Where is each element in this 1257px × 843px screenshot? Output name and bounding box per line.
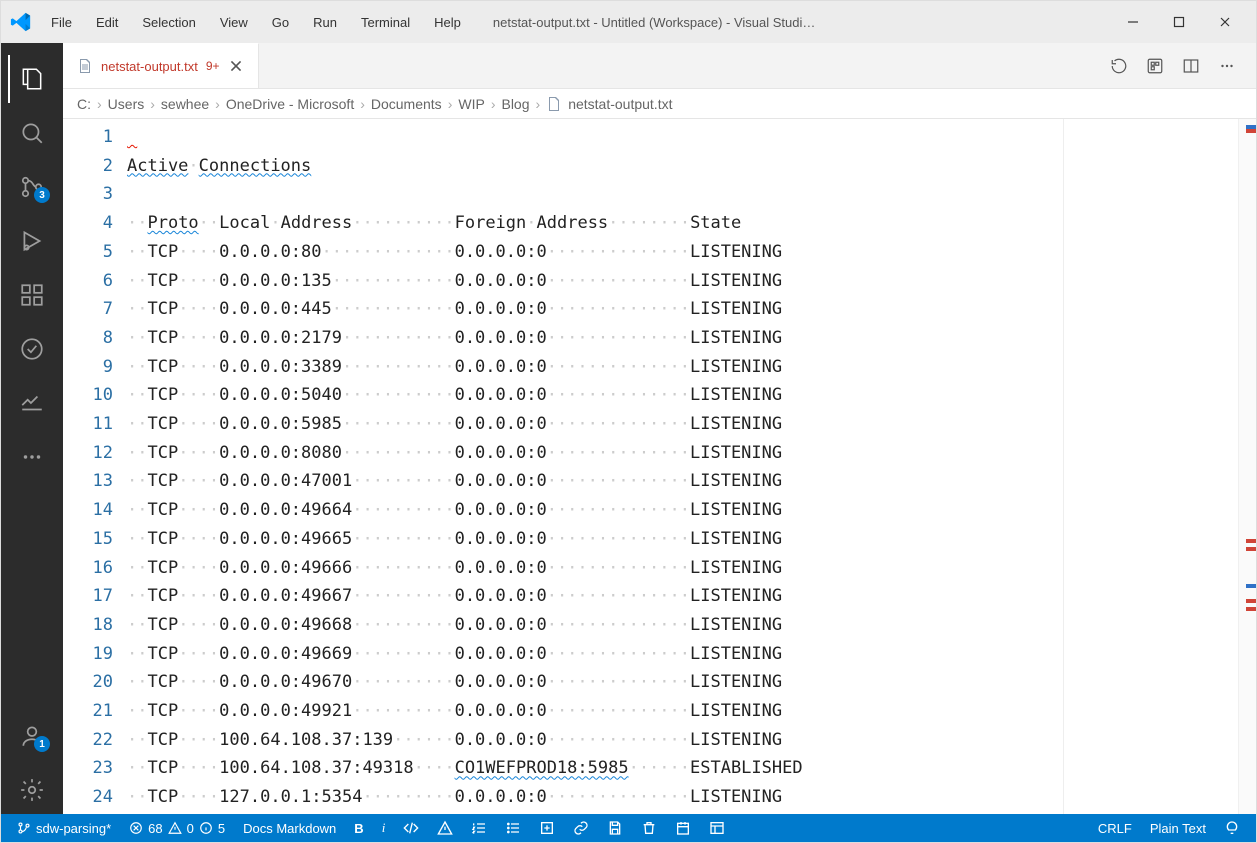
menu-selection[interactable]: Selection xyxy=(132,11,205,34)
status-alert-icon[interactable] xyxy=(431,814,459,842)
status-warnings: 0 xyxy=(187,821,194,836)
window-controls xyxy=(1110,1,1248,43)
crumb[interactable]: Users xyxy=(108,96,145,112)
titlebar: File Edit Selection View Go Run Terminal… xyxy=(1,1,1256,43)
tab-close-icon[interactable] xyxy=(228,58,244,74)
breadcrumb[interactable]: C:› Users› sewhee› OneDrive - Microsoft›… xyxy=(63,89,1256,119)
tab-bar: netstat-output.txt 9+ xyxy=(63,43,1256,89)
status-layout-icon[interactable] xyxy=(703,814,731,842)
status-newfile-icon[interactable] xyxy=(533,814,561,842)
editor-actions xyxy=(1108,43,1256,88)
search-icon[interactable] xyxy=(8,109,56,157)
menu-help[interactable]: Help xyxy=(424,11,471,34)
vscode-logo-icon xyxy=(9,10,33,34)
app-window: File Edit Selection View Go Run Terminal… xyxy=(0,0,1257,843)
crumb[interactable]: sewhee xyxy=(161,96,209,112)
file-icon xyxy=(77,58,93,74)
crumb[interactable]: Documents xyxy=(371,96,442,112)
timeline-icon[interactable] xyxy=(1108,55,1130,77)
status-italic-icon[interactable]: i xyxy=(376,814,392,842)
tab-filename: netstat-output.txt xyxy=(101,59,198,74)
editor-ruler xyxy=(1063,119,1064,814)
source-control-icon[interactable]: 3 xyxy=(8,163,56,211)
split-editor-icon[interactable] xyxy=(1180,55,1202,77)
main-menu: File Edit Selection View Go Run Terminal… xyxy=(41,11,471,34)
status-infos: 5 xyxy=(218,821,225,836)
menu-file[interactable]: File xyxy=(41,11,82,34)
main-row: 3 1 xyxy=(1,43,1256,814)
status-language[interactable]: Plain Text xyxy=(1144,814,1212,842)
status-errors: 68 xyxy=(148,821,162,836)
tab-dirty-indicator: 9+ xyxy=(206,59,220,73)
status-eol[interactable]: CRLF xyxy=(1092,814,1138,842)
status-feedback-icon[interactable] xyxy=(1218,814,1246,842)
crumb-file-label: netstat-output.txt xyxy=(568,96,672,112)
text-editor[interactable]: 123456789101112131415161718192021222324 … xyxy=(63,119,1256,814)
crumb[interactable]: Blog xyxy=(501,96,529,112)
status-code-icon[interactable] xyxy=(397,814,425,842)
activity-bar: 3 1 xyxy=(1,43,63,814)
code-area[interactable]: Active·Connections​··Proto··Local·Addres… xyxy=(127,119,1238,814)
menu-terminal[interactable]: Terminal xyxy=(351,11,420,34)
status-bold-icon[interactable]: B xyxy=(348,814,369,842)
status-trash-icon[interactable] xyxy=(635,814,663,842)
status-bulletlist-icon[interactable] xyxy=(499,814,527,842)
status-problems[interactable]: 68 0 5 xyxy=(123,814,231,842)
testing-icon[interactable] xyxy=(8,325,56,373)
minimize-button[interactable] xyxy=(1110,1,1156,43)
run-debug-icon[interactable] xyxy=(8,217,56,265)
status-bar: sdw-parsing* 68 0 5 Docs Markdown B i CR… xyxy=(1,814,1256,842)
menu-edit[interactable]: Edit xyxy=(86,11,128,34)
status-branch[interactable]: sdw-parsing* xyxy=(11,814,117,842)
status-numlist-icon[interactable] xyxy=(465,814,493,842)
accounts-icon[interactable]: 1 xyxy=(8,712,56,760)
status-save-icon[interactable] xyxy=(601,814,629,842)
status-calendar-icon[interactable] xyxy=(669,814,697,842)
editor-group: netstat-output.txt 9+ C:› Users› sewhe xyxy=(63,43,1256,814)
status-link-icon[interactable] xyxy=(567,814,595,842)
settings-gear-icon[interactable] xyxy=(8,766,56,814)
extensions-icon[interactable] xyxy=(8,271,56,319)
menu-go[interactable]: Go xyxy=(262,11,299,34)
status-branch-label: sdw-parsing* xyxy=(36,821,111,836)
run-cell-icon[interactable] xyxy=(1144,55,1166,77)
tab-netstat[interactable]: netstat-output.txt 9+ xyxy=(63,43,259,88)
more-icon[interactable] xyxy=(8,433,56,481)
crumb[interactable]: OneDrive - Microsoft xyxy=(226,96,354,112)
more-actions-icon[interactable] xyxy=(1216,55,1238,77)
crumb[interactable]: WIP xyxy=(458,96,484,112)
explorer-icon[interactable] xyxy=(8,55,56,103)
menu-view[interactable]: View xyxy=(210,11,258,34)
accounts-badge: 1 xyxy=(34,736,50,752)
menu-run[interactable]: Run xyxy=(303,11,347,34)
close-button[interactable] xyxy=(1202,1,1248,43)
crumb[interactable]: C: xyxy=(77,96,91,112)
line-numbers: 123456789101112131415161718192021222324 xyxy=(63,119,127,814)
remote-icon[interactable] xyxy=(8,379,56,427)
maximize-button[interactable] xyxy=(1156,1,1202,43)
crumb-file[interactable]: netstat-output.txt xyxy=(546,96,672,112)
status-mode[interactable]: Docs Markdown xyxy=(237,814,342,842)
window-title: netstat-output.txt - Untitled (Workspace… xyxy=(479,15,1102,30)
minimap[interactable] xyxy=(1238,119,1256,814)
scm-badge: 3 xyxy=(34,187,50,203)
